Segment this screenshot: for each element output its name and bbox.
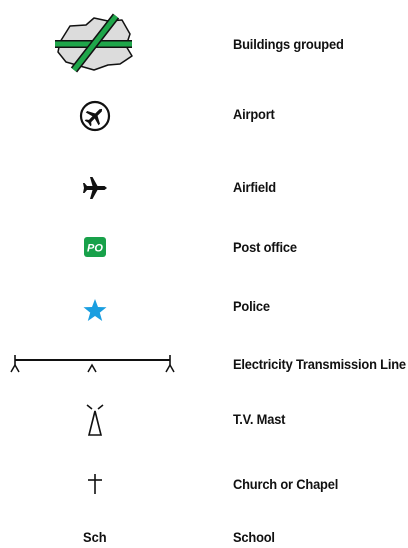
transmission-line-icon [0, 352, 190, 378]
legend-label: Electricity Transmission Line [233, 356, 406, 372]
legend-label: Post office [233, 239, 297, 255]
legend-label: T.V. Mast [233, 411, 286, 427]
legend-row-police: Police [0, 294, 408, 326]
tv-mast-icon [0, 402, 190, 440]
legend-row-transmission-line: Electricity Transmission Line [0, 352, 408, 378]
post-office-symbol-text: PO [87, 243, 103, 255]
legend-row-church: Church or Chapel [0, 470, 408, 498]
airport-icon [0, 98, 190, 134]
legend-label: Church or Chapel [233, 476, 339, 492]
school-symbol-text: Sch [83, 529, 107, 545]
school-symbol: Sch [0, 526, 190, 548]
legend-row-buildings-grouped: Buildings grouped [0, 12, 408, 76]
legend-row-airport: Airport [0, 98, 408, 134]
legend-row-post-office: PO Post office [0, 233, 408, 261]
legend-label: Airport [233, 106, 275, 122]
airfield-icon [0, 172, 190, 204]
post-office-icon: PO [0, 233, 190, 261]
legend-row-tv-mast: T.V. Mast [0, 402, 408, 440]
legend-label: Airfield [233, 179, 276, 195]
legend-label: School [233, 529, 275, 545]
church-cross-icon [0, 470, 190, 498]
buildings-grouped-icon [0, 12, 190, 76]
legend-label: Buildings grouped [233, 36, 344, 52]
police-star-icon [0, 294, 190, 326]
legend-label: Police [233, 298, 270, 314]
map-legend: Buildings grouped Airport Airfield PO Po… [0, 0, 408, 548]
legend-row-airfield: Airfield [0, 172, 408, 204]
legend-row-school: Sch School [0, 526, 408, 548]
